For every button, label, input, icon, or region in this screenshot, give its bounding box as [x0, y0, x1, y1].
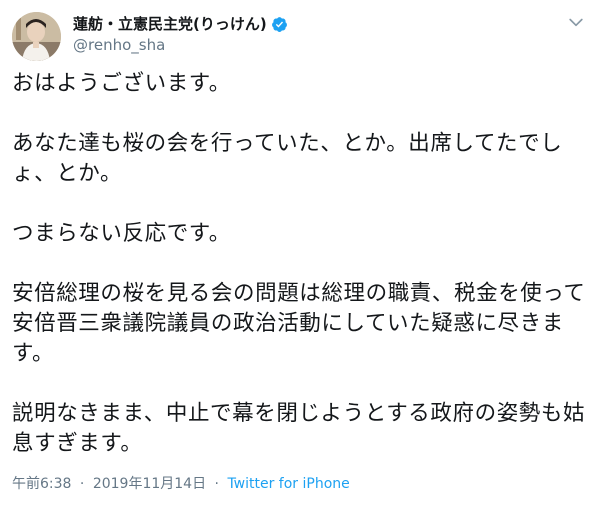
meta-separator: · — [214, 476, 219, 492]
tweet-text: おはようございます。 あなた達も桜の会を行っていた、とか。出席してたでしょ、とか… — [12, 69, 588, 459]
tweet-paragraph: 安倍総理の桜を見る会の問題は総理の職責、税金を使って安倍晋三衆議院議員の政治活動… — [12, 281, 586, 366]
author-display-name[interactable]: 蓮舫・立憲民主党(りっけん) — [73, 14, 267, 34]
meta-separator: · — [79, 476, 85, 492]
tweet-paragraph: 説明なきまま、中止で幕を閉じようとする政府の姿勢も姑息すぎます。 — [12, 401, 586, 456]
chevron-down-icon[interactable] — [566, 12, 586, 32]
tweet-metadata: 午前6:38 · 2019年11月14日 · Twitter for iPhon… — [12, 474, 350, 494]
author-handle[interactable]: @renho_sha — [73, 35, 288, 55]
display-name-row[interactable]: 蓮舫・立憲民主党(りっけん) — [73, 14, 288, 34]
avatar[interactable] — [12, 12, 61, 61]
verified-badge-icon — [271, 16, 287, 32]
tweet-paragraph: あなた達も桜の会を行っていた、とか。出席してたでしょ、とか。 — [12, 131, 563, 186]
tweet-date[interactable]: 2019年11月14日 — [93, 476, 206, 492]
tweet-source-link[interactable]: Twitter for iPhone — [227, 476, 349, 492]
tweet-paragraph: つまらない反応です。 — [12, 221, 231, 246]
tweet-card: 蓮舫・立憲民主党(りっけん) @renho_sha おはようございます。 あなた… — [0, 0, 600, 507]
tweet-header: 蓮舫・立憲民主党(りっけん) @renho_sha — [12, 12, 588, 64]
tweet-paragraph: おはようございます。 — [12, 71, 231, 96]
author-block: 蓮舫・立憲民主党(りっけん) @renho_sha — [73, 14, 288, 55]
profile-photo-icon — [12, 12, 61, 61]
tweet-time[interactable]: 午前6:38 — [12, 476, 71, 492]
